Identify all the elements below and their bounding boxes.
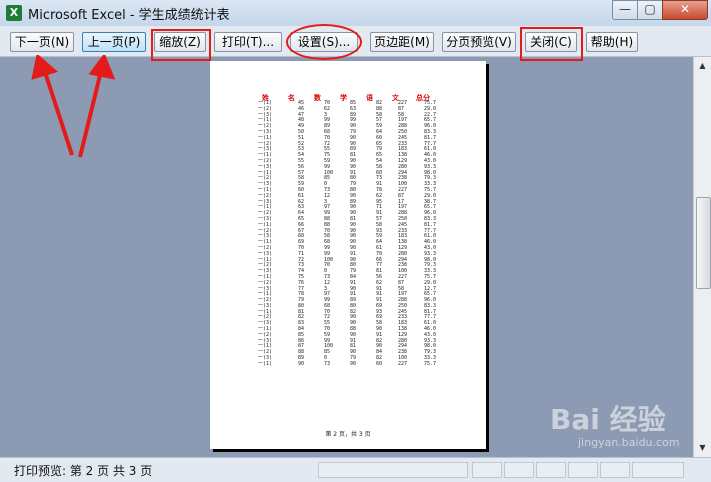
next-page-button[interactable]: 下一页(N) bbox=[10, 32, 74, 52]
sheet-row: 一(1) 90 73 90 60 227 75.7 bbox=[258, 360, 448, 368]
sheet-cell: 90 bbox=[350, 360, 357, 367]
scroll-down-icon[interactable]: ▼ bbox=[696, 441, 709, 454]
baidu-watermark: Bai 经验 jingyan.baidu.com bbox=[520, 398, 690, 458]
annotation-arrows bbox=[31, 55, 116, 158]
status-cell bbox=[600, 462, 630, 478]
status-cell bbox=[472, 462, 502, 478]
sheet-cell: 75.7 bbox=[424, 360, 437, 367]
sheet-cell: 73 bbox=[324, 360, 331, 367]
sheet-rows: 一(1) 45 70 85 82 227 75.7 一(2) 46 62 63 88 87 29.0 一(3… bbox=[258, 100, 448, 368]
annotation-ellipse-setup bbox=[286, 24, 362, 60]
margins-button[interactable]: 页边距(M) bbox=[370, 32, 434, 52]
watermark-brand: Bai 经验 bbox=[550, 403, 666, 436]
sheet-cell: 60 bbox=[376, 360, 383, 367]
title-bar: X Microsoft Excel - 学生成绩统计表 — ▢ ✕ bbox=[0, 0, 711, 27]
help-button[interactable]: 帮助(H) bbox=[586, 32, 638, 52]
status-cell bbox=[632, 462, 684, 478]
annotation-box-close bbox=[520, 27, 583, 61]
previous-page-button[interactable]: 上一页(P) bbox=[82, 32, 146, 52]
preview-page: 姓 名 数 学 语 文 总分 一(1) 45 70 85 82 227 75.7 一(2) 46… bbox=[210, 61, 486, 449]
scroll-thumb[interactable] bbox=[696, 197, 711, 289]
status-cell bbox=[568, 462, 598, 478]
annotation-box-zoom bbox=[151, 29, 211, 61]
close-window-button[interactable]: ✕ bbox=[662, 0, 708, 20]
window-title: Microsoft Excel - 学生成绩统计表 bbox=[28, 8, 230, 23]
scroll-up-icon[interactable]: ▲ bbox=[696, 59, 709, 72]
sheet-cell: 一(1) bbox=[258, 360, 273, 367]
sheet-cell: 227 bbox=[398, 360, 408, 367]
sheet-cell: 90 bbox=[298, 360, 305, 367]
status-cell bbox=[504, 462, 534, 478]
maximize-button[interactable]: ▢ bbox=[637, 0, 663, 20]
page-break-preview-button[interactable]: 分页预览(V) bbox=[442, 32, 516, 52]
status-text: 打印预览: 第 2 页 共 3 页 bbox=[14, 464, 153, 478]
page-footer: 第 2 页，共 3 页 bbox=[325, 431, 371, 438]
excel-app-icon: X bbox=[6, 5, 22, 21]
status-bar: 打印预览: 第 2 页 共 3 页 bbox=[0, 457, 711, 482]
minimize-button[interactable]: — bbox=[612, 0, 638, 20]
watermark-url: jingyan.baidu.com bbox=[578, 436, 680, 449]
status-cell bbox=[318, 462, 468, 478]
status-cell bbox=[536, 462, 566, 478]
vertical-scrollbar[interactable]: ▲ ▼ bbox=[693, 57, 711, 457]
print-button[interactable]: 打印(T)... bbox=[214, 32, 282, 52]
